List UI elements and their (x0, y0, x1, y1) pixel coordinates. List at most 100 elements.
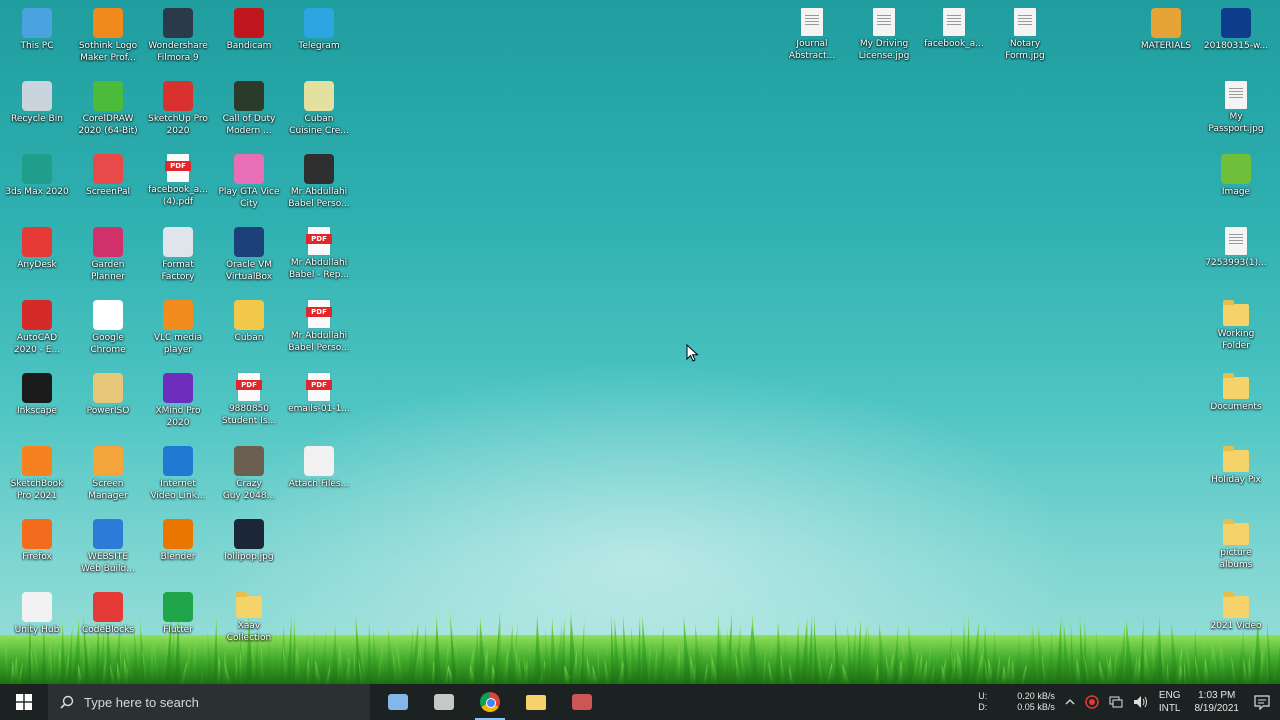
pdf-icon (165, 154, 191, 182)
desktop-icon-label: SketchBook Pro 2021 (10, 479, 64, 501)
desktop-icon[interactable]: Screen Manager (72, 442, 144, 512)
desktop-icon[interactable]: Unity Hub (1, 588, 73, 658)
desktop-icon[interactable]: Mr Abdullahi Babel Perso... (283, 296, 355, 366)
tray-volume-button[interactable] (1128, 695, 1154, 709)
taskbar-app-chrome[interactable] (467, 684, 513, 720)
system-tray: U: D: 0.20 kB/s 0.05 kB/s ENG INTL 1:03 … (973, 684, 1280, 720)
desktop-icon[interactable]: Working Folder (1200, 296, 1272, 366)
desktop-icon-label: This PC (20, 41, 54, 51)
desktop-icon[interactable]: Xaav Collection (213, 588, 285, 658)
document-icon (304, 81, 334, 111)
desktop-icon[interactable]: 9880850 Student Is... (213, 369, 285, 439)
network-speed[interactable]: U: D: 0.20 kB/s 0.05 kB/s (973, 691, 1060, 713)
desktop-icon[interactable]: Call of Duty Modern ... (213, 77, 285, 147)
coreldraw-icon (93, 81, 123, 111)
taskbar-app-snipping[interactable] (559, 684, 605, 720)
desktop-icon[interactable]: Mr Abdullahi Babel Perso... (283, 150, 355, 220)
game-icon (234, 81, 264, 111)
folder-icon (1223, 592, 1249, 618)
desktop-icon[interactable]: 20180315-w... (1200, 4, 1272, 74)
show-hidden-icons-button[interactable] (1060, 698, 1080, 706)
desktop-icon[interactable]: Documents (1200, 369, 1272, 439)
document-icon (234, 300, 264, 330)
desktop-icon-label: ScreenPal (86, 187, 130, 197)
desktop-icon[interactable]: 7253993(1)... (1200, 223, 1272, 293)
desktop-icon[interactable]: Inkscape (1, 369, 73, 439)
desktop-icon[interactable]: WEBSITE Web Build... (72, 515, 144, 585)
desktop-icon[interactable]: SketchBook Pro 2021 (1, 442, 73, 512)
desktop-icon[interactable]: Crazy Guy 2048... (213, 442, 285, 512)
desktop-icon[interactable]: Garden Planner (72, 223, 144, 293)
clock[interactable]: 1:03 PM 8/19/2021 (1186, 689, 1249, 715)
desktop-icon[interactable]: facebook_a... (4).pdf (142, 150, 214, 220)
tray-network-button[interactable] (1104, 696, 1128, 708)
desktop-icon-label: Unity Hub (14, 625, 60, 635)
taskbar-app-task-view[interactable] (375, 684, 421, 720)
desktop-icon[interactable]: Flutter (142, 588, 214, 658)
taskbar-app-paint[interactable] (421, 684, 467, 720)
desktop-icon[interactable]: Play GTA Vice City (213, 150, 285, 220)
desktop-icon-label: 7253993(1)... (1205, 258, 1267, 268)
desktop-icon-label: Notary Form.jpg (1005, 39, 1045, 61)
desktop-icon[interactable]: Image (1200, 150, 1272, 220)
tray-record-button[interactable] (1080, 695, 1104, 709)
desktop-icon[interactable]: Journal Abstract... (776, 4, 848, 74)
desktop-icon[interactable]: My Driving License.jpg (848, 4, 920, 74)
desktop-icon[interactable]: Cuban (213, 296, 285, 366)
mind-map-icon (163, 373, 193, 403)
desktop-icon[interactable]: facebook_a... (918, 4, 990, 74)
desktop-icon[interactable]: XMind Pro 2020 (142, 369, 214, 439)
desktop-icon[interactable]: Google Chrome (72, 296, 144, 366)
desktop-icon-label: emails-01-1... (288, 404, 350, 414)
desktop-icon[interactable]: My Passport.jpg (1200, 77, 1272, 147)
desktop-icon-label: My Passport.jpg (1208, 112, 1264, 134)
desktop-icon[interactable]: 3ds Max 2020 (1, 150, 73, 220)
desktop-icon[interactable]: AutoCAD 2020 - E... (1, 296, 73, 366)
desktop-icon[interactable]: CorelDRAW 2020 (64-Bit) (72, 77, 144, 147)
folder-icon (1223, 446, 1249, 472)
desktop-icon[interactable]: Firefox (1, 515, 73, 585)
desktop-icon[interactable]: ScreenPal (72, 150, 144, 220)
paint-icon (434, 694, 454, 710)
mouse-cursor-icon (686, 344, 699, 362)
language-top: ENG (1158, 690, 1181, 701)
language-indicator[interactable]: ENG INTL (1154, 689, 1186, 715)
desktop-icon[interactable]: Sothink Logo Maker Prof... (72, 4, 144, 74)
desktop-icon[interactable]: Recycle Bin (1, 77, 73, 147)
notifications-button[interactable] (1248, 694, 1280, 710)
desktop-icon[interactable]: Format Factory (142, 223, 214, 293)
desktop-icon[interactable]: VLC media player (142, 296, 214, 366)
desktop-icon[interactable]: Mr Abdullahi Babel - Rep... (283, 223, 355, 293)
desktop-icon[interactable]: SketchUp Pro 2020 (142, 77, 214, 147)
desktop-icon-label: CodeBlocks (81, 625, 135, 635)
desktop-icon-label: Internet Video Link... (150, 479, 206, 501)
taskbar-app-file-explorer[interactable] (513, 684, 559, 720)
desktop-icon[interactable]: picture albums (1200, 515, 1272, 585)
search-box[interactable]: Type here to search (48, 684, 370, 720)
desktop-icon[interactable]: Attach Files... (283, 442, 355, 512)
desktop-icon[interactable]: Cuban Cuisine Cre... (283, 77, 355, 147)
telegram-icon (304, 8, 334, 38)
desktop-icon[interactable]: Notary Form.jpg (989, 4, 1061, 74)
desktop-icon[interactable]: CodeBlocks (72, 588, 144, 658)
desktop-icon[interactable]: AnyDesk (1, 223, 73, 293)
desktop-icon[interactable]: emails-01-1... (283, 369, 355, 439)
desktop-icon[interactable]: Bandicam (213, 4, 285, 74)
desktop-icon[interactable]: 2021 Video (1200, 588, 1272, 658)
desktop-icon[interactable]: Holiday Pix (1200, 442, 1272, 512)
notification-icon (1254, 694, 1270, 710)
desktop-icon[interactable]: Wondershare Filmora 9 (142, 4, 214, 74)
desktop-icon[interactable]: lollipop.jpg (213, 515, 285, 585)
desktop-icon[interactable]: Oracle VM VirtualBox (213, 223, 285, 293)
desktop-icon[interactable]: This PC (1, 4, 73, 74)
image-icon (1221, 154, 1251, 184)
start-button[interactable] (0, 684, 48, 720)
desktop-icon[interactable]: Telegram (283, 4, 355, 74)
search-placeholder: Type here to search (84, 694, 199, 710)
desktop-icon[interactable]: Blender (142, 515, 214, 585)
desktop-icon[interactable]: Internet Video Link... (142, 442, 214, 512)
desktop-icon[interactable]: PowerISO (72, 369, 144, 439)
desktop-icon[interactable]: MATERIALS (1130, 4, 1202, 74)
taskbar-apps (375, 684, 605, 720)
desktop-icon-label: MATERIALS (1140, 41, 1192, 51)
